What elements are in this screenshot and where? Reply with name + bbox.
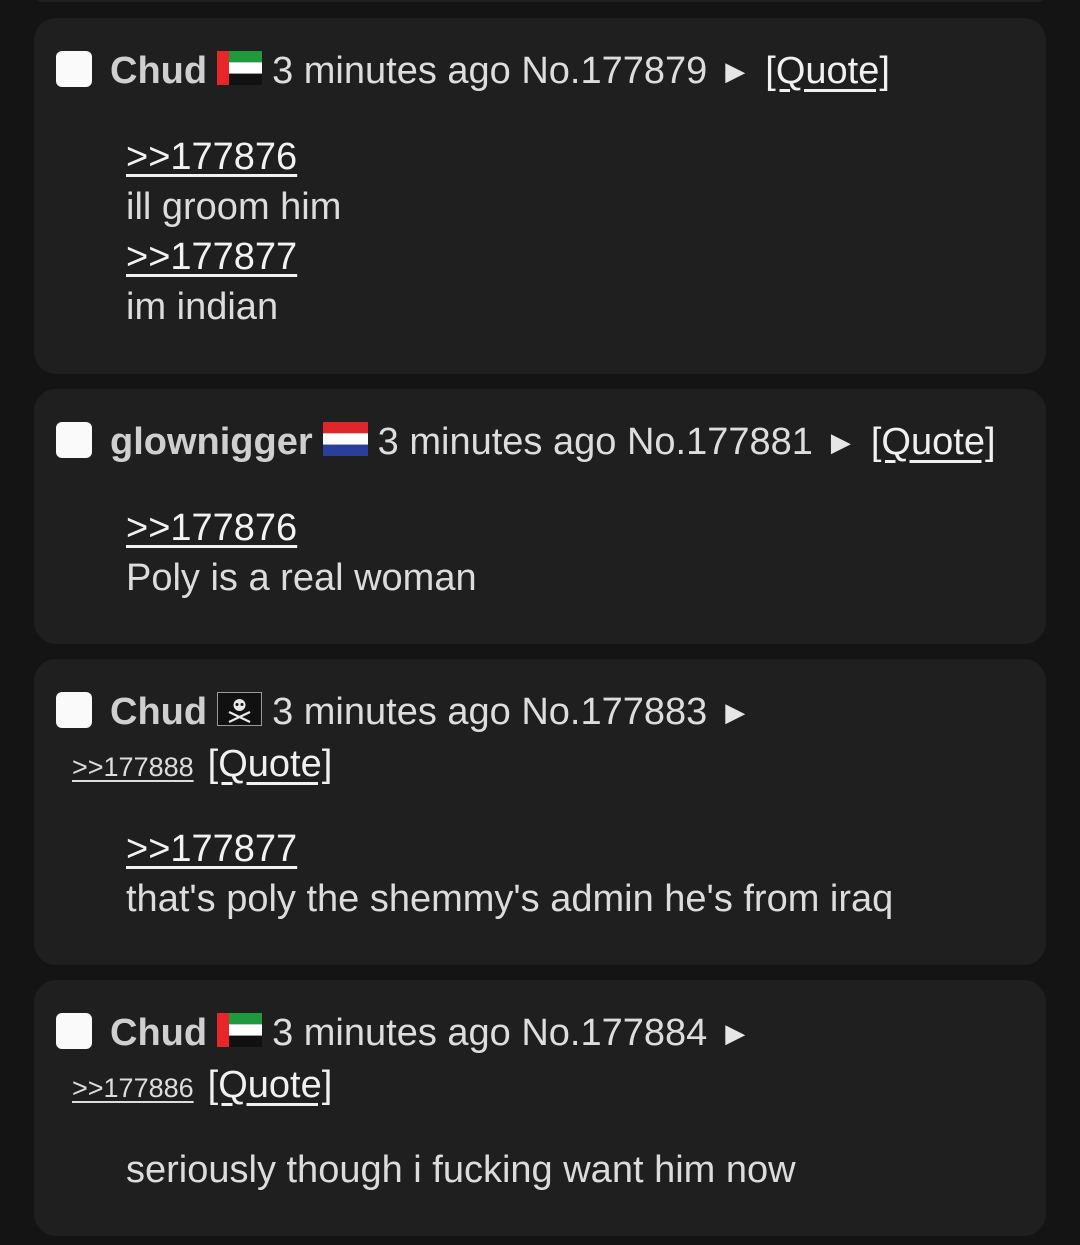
backlink[interactable]: >>177888	[72, 752, 194, 782]
post-header: glownigger 3 minutes ago No.177881 ▶ [Quote…	[56, 417, 1026, 470]
poster-name: glownigger	[110, 421, 313, 463]
backlink[interactable]: >>177886	[72, 1073, 194, 1103]
post-number[interactable]: No.177879	[521, 50, 707, 92]
post-header: Chud 3 minutes ago No.177884 ▶	[56, 1008, 1026, 1061]
post: glownigger 3 minutes ago No.177881 ▶ [Quote…	[34, 389, 1046, 644]
post-select-checkbox[interactable]	[56, 691, 92, 728]
reply-reference-link[interactable]: >>177877	[126, 232, 297, 282]
expand-arrow-icon[interactable]: ▶	[725, 56, 745, 86]
quote-link[interactable]: [Quote]	[208, 1064, 333, 1106]
post-text: ill groom him	[126, 186, 342, 228]
post-select-checkbox[interactable]	[56, 1012, 92, 1049]
reply-reference-link[interactable]: >>177876	[126, 503, 297, 553]
uae-flag-icon	[217, 1012, 263, 1047]
previous-post-edge	[34, 0, 1046, 2]
post-body: >>177876 ill groom him >>177877 im india…	[126, 132, 1026, 332]
post-body: >>177877 that's poly the shemmy's admin …	[126, 824, 1026, 924]
expand-arrow-icon[interactable]: ▶	[831, 427, 851, 457]
poster-name: Chud	[110, 1012, 208, 1054]
quote-link[interactable]: [Quote]	[208, 743, 333, 785]
reply-reference-link[interactable]: >>177876	[126, 132, 297, 182]
poster-name: Chud	[110, 691, 208, 733]
quote-link[interactable]: [Quote]	[765, 50, 890, 92]
post: Chud 3 minutes ago No.177879 ▶ [Quote] >>17…	[34, 18, 1046, 374]
reply-reference-link[interactable]: >>177877	[126, 824, 297, 874]
post-number[interactable]: No.177883	[521, 691, 707, 733]
post: Chud 3 minutes ago No.177883 ▶ >>177888 [Qu…	[34, 659, 1046, 965]
thread: Chud 3 minutes ago No.177879 ▶ [Quote] >>17…	[0, 0, 1080, 1245]
post-header: Chud 3 minutes ago No.177883 ▶	[56, 687, 1026, 740]
backlink-row: >>177888 [Quote]	[72, 739, 332, 792]
post-time: 3 minutes ago	[272, 1012, 511, 1054]
post-text: that's poly the shemmy's admin he's from…	[126, 878, 894, 920]
expand-arrow-icon[interactable]: ▶	[725, 697, 745, 727]
post-body: >>177876 Poly is a real woman	[126, 503, 1026, 603]
post-body: seriously though i fucking want him now	[126, 1145, 1026, 1195]
backlink-row: >>177886 [Quote]	[72, 1060, 332, 1113]
post-select-checkbox[interactable]	[56, 50, 92, 87]
post-text: im indian	[126, 286, 279, 328]
pirate-flag-icon	[217, 691, 263, 726]
post-number[interactable]: No.177884	[521, 1012, 707, 1054]
post-time: 3 minutes ago	[272, 50, 511, 92]
post-time: 3 minutes ago	[272, 691, 511, 733]
post-text: seriously though i fucking want him now	[126, 1149, 796, 1191]
post: Chud 3 minutes ago No.177884 ▶ >>177886 [Qu…	[34, 980, 1046, 1236]
post-header: Chud 3 minutes ago No.177879 ▶ [Quote]	[56, 46, 1026, 99]
uae-flag-icon	[217, 50, 263, 85]
quote-link[interactable]: [Quote]	[871, 421, 996, 463]
poster-name: Chud	[110, 50, 208, 92]
netherlands-flag-icon	[322, 421, 368, 456]
post-text: Poly is a real woman	[126, 557, 477, 599]
post-select-checkbox[interactable]	[56, 421, 92, 458]
post-number[interactable]: No.177881	[627, 421, 813, 463]
expand-arrow-icon[interactable]: ▶	[725, 1018, 745, 1048]
post-time: 3 minutes ago	[377, 421, 617, 463]
